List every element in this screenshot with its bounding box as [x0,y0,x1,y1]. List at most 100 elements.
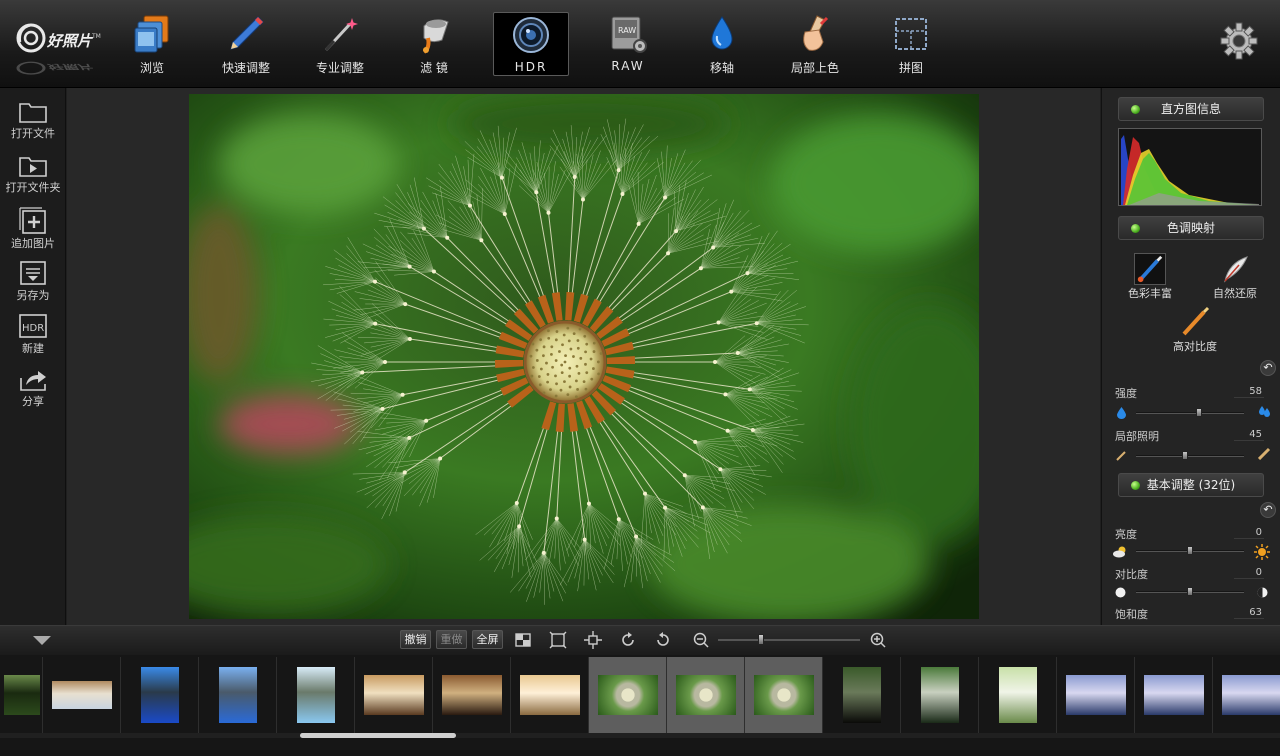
seed-tip [402,470,407,475]
tone-mapping-header[interactable]: 色调映射 [1118,216,1264,240]
thumb-image [52,681,112,709]
thumb-image [843,667,881,723]
histogram-title: 直方图信息 [1160,102,1221,116]
toolbar-browse[interactable]: 浏览 [110,10,194,78]
share-button[interactable]: 分享 [0,368,66,409]
open-folder-button[interactable]: 打开文件夹 [0,154,66,195]
status-led-icon [1131,105,1140,114]
filmstrip-thumb[interactable] [43,657,121,733]
thumb-image [141,667,179,723]
zoom-slider-knob[interactable] [757,634,764,645]
seed-pit [529,354,533,358]
filmstrip-thumb[interactable] [979,657,1057,733]
seed-pit [559,388,563,392]
filmstrip-thumb[interactable] [1135,657,1213,733]
toolbar-pro-adjust[interactable]: 专业调整 [298,10,382,78]
toolbar-filter[interactable]: 滤 镜 [392,10,476,78]
filmstrip-thumb[interactable] [667,657,745,733]
main-photo[interactable] [189,94,979,619]
filmstrip-thumb[interactable] [121,657,199,733]
rotate-right-icon[interactable] [619,631,637,649]
preset-vivid-color[interactable]: 色彩丰富 [1128,253,1172,301]
compare-icon[interactable] [514,631,532,649]
undo-button[interactable]: 撤销 [400,630,431,649]
preset-high-contrast[interactable]: 高对比度 [1166,306,1224,354]
seed-pit [572,332,576,335]
zoom-out-icon[interactable] [692,631,710,649]
filmstrip-thumb[interactable] [433,657,511,733]
preset-natural[interactable]: 自然还原 [1206,253,1264,301]
seed-tip [693,439,698,444]
filmstrip-thumb[interactable] [1057,657,1135,733]
toolbar-local-color[interactable]: 局部上色 [773,10,857,78]
rotate-left-icon[interactable] [654,631,672,649]
filmstrip-scrollbar-track[interactable] [0,733,1280,738]
toolbar-collage[interactable]: 拼图 [869,10,953,78]
seed-tip [407,337,412,342]
sun-icon [1254,544,1270,560]
seed-pit [542,391,546,395]
saturation-label: 饱和度 [1115,608,1148,621]
filmstrip-thumb[interactable] [0,657,43,733]
toolbar-hdr[interactable]: HDR [493,12,569,76]
filmstrip-thumb[interactable] [355,657,433,733]
seed-pit [568,366,572,370]
thumb-image [3,675,40,715]
toolbar-label: 浏览 [139,61,164,75]
toolbar-tilt-shift[interactable]: 移轴 [680,10,764,78]
brightness-slider[interactable] [1136,546,1244,555]
fit-screen-icon[interactable] [549,631,567,649]
filmstrip-thumb[interactable] [823,657,901,733]
seed-tip [729,289,734,294]
basic-adjust-header[interactable]: 基本调整 (32位) [1118,473,1264,497]
seed-pit [551,365,554,369]
seed-pit [538,383,542,387]
color-brush-icon [1134,253,1166,285]
seed-tip [718,467,723,472]
save-as-button[interactable]: 另存为 [0,260,66,303]
filmstrip-thumb[interactable] [199,657,277,733]
open-file-button[interactable]: 打开文件 [0,100,66,141]
histogram-header[interactable]: 直方图信息 [1118,97,1264,121]
append-image-button[interactable]: 追加图片 [0,206,66,251]
filmstrip-scrollbar-thumb[interactable] [300,733,456,738]
basic-undo-button[interactable]: ↶ [1260,502,1276,518]
seed-tip [634,534,639,539]
actual-size-icon[interactable] [584,631,602,649]
local-light-slider[interactable] [1136,451,1244,460]
settings-button[interactable] [1218,20,1260,62]
zoom-in-icon[interactable] [869,631,887,649]
seed-pit [560,363,564,367]
filmstrip-thumb[interactable] [277,657,355,733]
seed-body [606,356,636,362]
strength-slider[interactable] [1136,408,1244,417]
filmstrip-thumb[interactable] [511,657,589,733]
new-hdr-button[interactable]: HDR 新建 [0,313,66,356]
fullscreen-button[interactable]: 全屏 [472,630,503,649]
image-canvas[interactable] [67,88,1100,625]
redo-button[interactable]: 重做 [436,630,467,649]
toolbar-label: 局部上色 [790,61,839,75]
toolbar-quick-adjust[interactable]: 快速调整 [204,10,288,78]
zoom-slider[interactable] [718,634,860,645]
filmstrip-thumb[interactable] [745,657,823,733]
filmstrip-thumb[interactable] [589,657,667,733]
contrast-slider-knob[interactable] [1187,587,1193,596]
tone-undo-button[interactable]: ↶ [1260,360,1276,376]
local-light-slider-knob[interactable] [1181,451,1188,460]
brightness-slider-knob[interactable] [1187,546,1193,555]
magic-wand-icon [324,18,358,52]
collapse-filmstrip-button[interactable] [31,633,53,647]
seed-pit [535,348,539,352]
filmstrip-thumb[interactable] [901,657,979,733]
new-hdr-label: 新建 [22,342,44,355]
toolbar-raw[interactable]: RAW RAW [586,10,670,78]
strength-slider-knob[interactable] [1195,408,1202,417]
filmstrip-thumb[interactable] [1213,657,1280,733]
seed-pit [577,371,581,375]
brightness-label: 亮度 [1115,528,1137,541]
seed-pit [531,342,535,346]
contrast-slider[interactable] [1136,587,1244,596]
local-light-value: 45 [1234,429,1264,441]
seed-tip [403,302,408,307]
